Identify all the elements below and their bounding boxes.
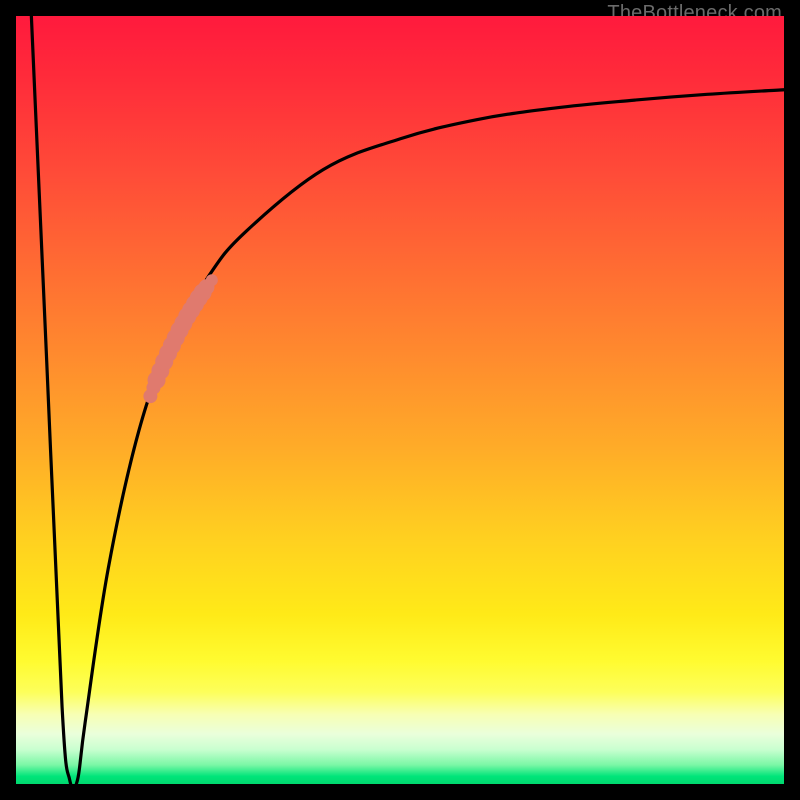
curve-svg [16,16,784,784]
plot-area [16,16,784,784]
highlight-dot [206,274,218,286]
highlight-segment [143,274,217,403]
bottleneck-curve [31,16,784,789]
chart-frame: TheBottleneck.com [0,0,800,800]
